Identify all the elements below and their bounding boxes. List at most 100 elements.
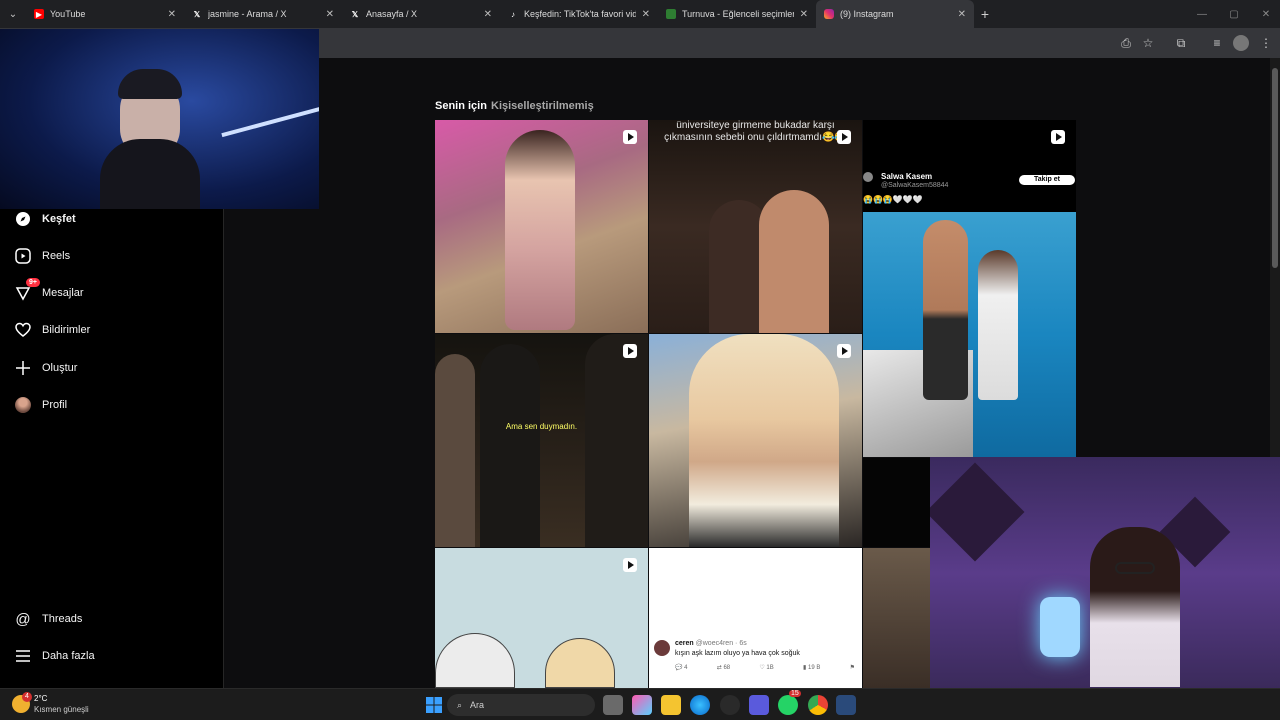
close-icon[interactable]: ✕ (168, 9, 176, 20)
sidebar-item-label: Oluştur (42, 362, 78, 374)
webcam-overlay-right (930, 457, 1280, 690)
tab-title: jasmine - Arama / X (208, 9, 287, 19)
tab-title: Anasayfa / X (366, 9, 418, 19)
whatsapp-badge: 15 (789, 690, 801, 697)
tweet-author: Salwa Kasem (881, 172, 933, 181)
minimize-icon[interactable]: — (1186, 0, 1218, 28)
tab-title: Keşfedin: TikTok'ta favori videol (524, 9, 636, 19)
store-icon[interactable] (749, 695, 769, 715)
reels-icon (837, 130, 851, 144)
sidebar-item-label: Mesajlar (42, 287, 84, 299)
explore-tile[interactable] (435, 120, 648, 333)
maximize-icon[interactable]: ▢ (1218, 0, 1250, 28)
tweet-text: kışın aşk lazım oluyo ya hava çok soğuk (675, 650, 800, 657)
profile-avatar-icon[interactable] (1233, 35, 1249, 51)
sidebar-item-label: Bildirimler (42, 324, 91, 336)
tab-title: (9) Instagram (840, 9, 894, 19)
explore-tile[interactable]: ceren @woec4ren · 6s kışın aşk lazım olu… (649, 548, 862, 688)
threads-icon: @ (15, 610, 31, 628)
chrome-icon[interactable] (808, 695, 828, 715)
explore-tile[interactable]: Salwa Kasem @SalwaKasem58844 Takip et 😭😭… (863, 120, 1076, 457)
tweet-emojis: 😭😭😭🤍🤍🤍 (863, 195, 923, 204)
tab-tiktok[interactable]: ♪ Keşfedin: TikTok'ta favori videol ✕ (500, 0, 658, 28)
heart-icon (14, 321, 32, 339)
search-icon: ⌕ (457, 699, 463, 710)
youtube-icon: ▶ (34, 9, 44, 19)
steam-icon[interactable] (836, 695, 856, 715)
turnuva-icon (666, 9, 676, 19)
sidebar-item-daha-fazla[interactable]: Daha fazla (14, 647, 95, 665)
reels-icon (1051, 130, 1065, 144)
sidebar-item-bildirimler[interactable]: Bildirimler (14, 321, 90, 339)
view-count: ▮ 19 B (803, 665, 821, 671)
tile-caption: Ama sen duymadın. (505, 422, 578, 431)
explore-tile[interactable]: üniversiteye girmeme bukadar karşı çıkma… (649, 120, 862, 333)
tab-x-search[interactable]: 𝕏 jasmine - Arama / X ✕ (184, 0, 342, 28)
reels-icon (837, 344, 851, 358)
compass-icon (14, 210, 32, 228)
sidebar-item-label: Reels (42, 250, 71, 262)
tile-caption: üniversiteye girmeme bukadar karşı çıkma… (664, 120, 847, 143)
tweet-handle: @woec4ren · 6s (695, 640, 747, 647)
sidebar-item-threads[interactable]: @ Threads (14, 610, 82, 628)
scrollbar-thumb[interactable] (1272, 68, 1278, 268)
reels-icon (623, 558, 637, 572)
tab-youtube[interactable]: ▶ YouTube ✕ (26, 0, 184, 28)
browser-tab-bar: ⌄ ▶ YouTube ✕ 𝕏 jasmine - Arama / X ✕ 𝕏 … (0, 0, 1280, 28)
media-control-icon[interactable]: ≡ (1209, 35, 1225, 51)
follow-button[interactable]: Takip et (1019, 175, 1075, 185)
new-tab-button[interactable]: + (974, 6, 996, 22)
instagram-icon (824, 9, 834, 19)
tab-title: Turnuva - Eğlenceli seçimler yaş (682, 9, 794, 19)
tab-search-chevron-icon[interactable]: ⌄ (0, 0, 26, 28)
task-view-icon[interactable] (603, 695, 623, 715)
tab-turnuva[interactable]: Turnuva - Eğlenceli seçimler yaş ✕ (658, 0, 816, 28)
file-explorer-icon[interactable] (661, 695, 681, 715)
menu-icon (14, 647, 32, 665)
sidebar-item-olustur[interactable]: Oluştur (14, 359, 77, 377)
close-icon[interactable]: ✕ (958, 9, 966, 20)
tab-instagram[interactable]: (9) Instagram ✕ (816, 0, 974, 28)
weather-desc: Kısmen güneşli (34, 705, 89, 714)
install-app-icon[interactable]: ⎙ (1118, 35, 1134, 51)
sidebar-item-profil[interactable]: Profil (14, 396, 67, 414)
webcam-overlay-top (0, 29, 319, 209)
explore-tile[interactable]: Ama sen duymadın. (435, 334, 648, 547)
copilot-icon[interactable] (632, 695, 652, 715)
tab-kisisellestirilmemis[interactable]: Kişiselleştirilmemiş (491, 100, 594, 112)
sidebar-item-label: Threads (42, 613, 83, 625)
windows-start-icon[interactable] (424, 695, 444, 715)
notification-badge: 9+ (26, 278, 40, 287)
weather-badge: 4 (22, 692, 32, 702)
close-icon[interactable]: ✕ (484, 9, 492, 20)
tweet-handle: @SalwaKasem58844 (881, 182, 949, 189)
sidebar-item-mesajlar[interactable]: 9+ Mesajlar (14, 278, 84, 302)
sidebar-item-kesfet[interactable]: Keşfet (14, 210, 76, 228)
edge-icon[interactable] (690, 695, 710, 715)
close-icon[interactable]: ✕ (326, 9, 334, 20)
reels-icon (623, 344, 637, 358)
tab-x-home[interactable]: 𝕏 Anasayfa / X ✕ (342, 0, 500, 28)
sidebar-item-label: Daha fazla (42, 650, 95, 662)
close-icon[interactable]: ✕ (642, 9, 650, 20)
retweet-count: ⇄ 68 (716, 665, 731, 671)
explore-tile[interactable] (649, 334, 862, 547)
tiktok-icon: ♪ (511, 9, 515, 19)
github-icon[interactable] (720, 695, 740, 715)
more-menu-icon[interactable]: ⋮ (1258, 35, 1274, 51)
whatsapp-icon[interactable]: 15 (778, 690, 801, 715)
reels-icon (14, 247, 32, 265)
x-icon: 𝕏 (351, 9, 359, 19)
sidebar-item-reels[interactable]: Reels (14, 247, 70, 265)
taskbar-search[interactable]: ⌕ Ara (447, 694, 595, 716)
extensions-icon[interactable]: ⧉ (1173, 35, 1189, 51)
bookmark-star-icon[interactable]: ☆ (1140, 35, 1156, 51)
weather-temp: 2°C (34, 694, 48, 703)
explore-tile[interactable] (435, 548, 648, 688)
tab-senin-icin[interactable]: Senin için (435, 100, 487, 112)
close-window-icon[interactable]: ✕ (1250, 0, 1280, 28)
close-icon[interactable]: ✕ (800, 9, 808, 20)
like-count: ♡ 1B (759, 665, 774, 671)
search-placeholder: Ara (470, 700, 485, 710)
avatar (14, 396, 32, 414)
